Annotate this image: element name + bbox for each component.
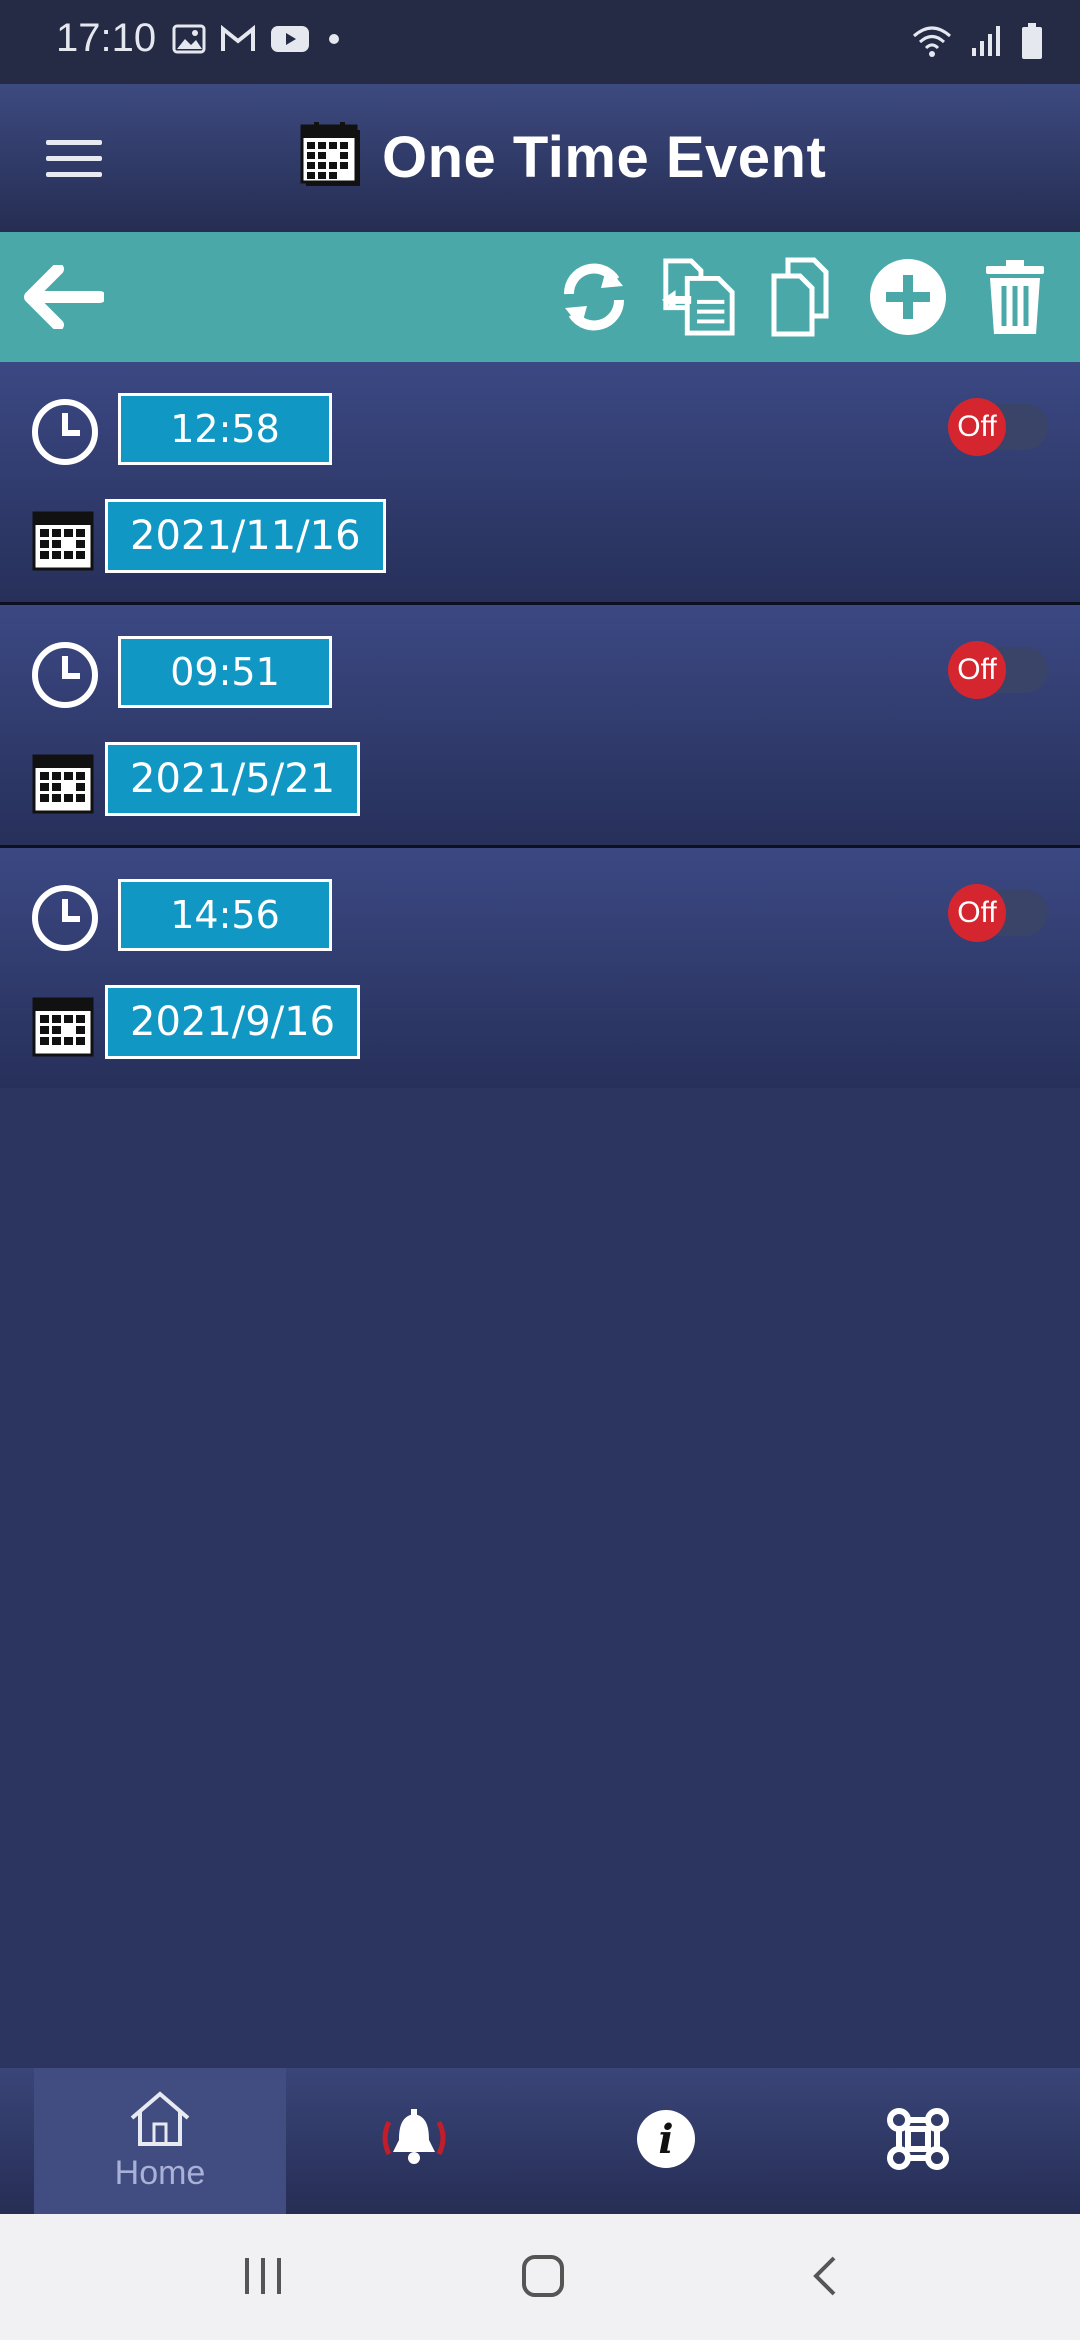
hamburger-menu-icon[interactable] xyxy=(46,140,102,180)
home-icon xyxy=(128,2090,192,2152)
page-title: One Time Event xyxy=(382,124,827,190)
list-item: 09:51 2021/5/21 Off xyxy=(0,605,1080,848)
recent-apps-icon[interactable] xyxy=(228,2246,298,2306)
signal-icon xyxy=(970,24,1002,62)
command-icon xyxy=(883,2104,953,2178)
list-item: 14:56 2021/9/16 Off xyxy=(0,848,1080,1088)
alarm-bell-icon xyxy=(379,2108,449,2174)
calendar-icon xyxy=(300,122,362,192)
back-arrow-icon[interactable] xyxy=(24,257,104,337)
info-icon: i xyxy=(635,2108,697,2174)
event-toggle[interactable]: Off xyxy=(948,398,1048,456)
calendar-icon xyxy=(32,993,96,1057)
status-time: 17:10 xyxy=(56,16,157,60)
home-nav-icon[interactable] xyxy=(508,2246,578,2306)
copy-icon[interactable] xyxy=(763,257,843,337)
toggle-label: Off xyxy=(948,398,1006,456)
nav-item-alarm[interactable] xyxy=(288,2068,540,2214)
dot-icon xyxy=(324,29,344,53)
calendar-icon xyxy=(32,750,96,814)
date-field[interactable]: 2021/9/16 xyxy=(105,985,361,1059)
date-field[interactable]: 2021/11/16 xyxy=(105,499,386,573)
clock-icon xyxy=(30,640,100,710)
clock-icon xyxy=(30,883,100,953)
youtube-icon xyxy=(270,25,310,57)
gmail-icon xyxy=(220,24,256,57)
nav-item-command[interactable] xyxy=(792,2068,1044,2214)
time-field[interactable]: 09:51 xyxy=(118,636,332,708)
app-bar: One Time Event xyxy=(0,84,1080,232)
calendar-icon xyxy=(32,507,96,571)
delete-icon[interactable] xyxy=(975,257,1055,337)
nav-item-info[interactable]: i xyxy=(540,2068,792,2214)
system-nav-bar xyxy=(0,2214,1080,2340)
time-field[interactable]: 14:56 xyxy=(118,879,332,951)
toggle-label: Off xyxy=(948,884,1006,942)
event-toggle[interactable]: Off xyxy=(948,641,1048,699)
time-field[interactable]: 12:58 xyxy=(118,393,332,465)
date-field[interactable]: 2021/5/21 xyxy=(105,742,361,816)
status-bar: 17:10 xyxy=(0,0,1080,84)
nav-label-home: Home xyxy=(114,2153,206,2192)
wifi-icon xyxy=(912,24,952,62)
svg-text:i: i xyxy=(658,2116,673,2163)
import-icon[interactable] xyxy=(658,257,738,337)
nav-item-home[interactable]: Home xyxy=(34,2068,286,2214)
image-icon xyxy=(172,24,206,58)
action-toolbar xyxy=(0,232,1080,362)
list-item: 12:58 2021/11/16 Off xyxy=(0,362,1080,605)
event-list: 12:58 2021/11/16 Off 09:51 2021/5/21 Off… xyxy=(0,362,1080,1088)
event-toggle[interactable]: Off xyxy=(948,884,1048,942)
toggle-label: Off xyxy=(948,641,1006,699)
back-nav-icon[interactable] xyxy=(790,2246,860,2306)
clock-icon xyxy=(30,397,100,467)
bottom-nav: Home i xyxy=(0,2068,1080,2214)
refresh-icon[interactable] xyxy=(554,257,634,337)
battery-icon xyxy=(1020,22,1044,64)
add-icon[interactable] xyxy=(868,257,948,337)
